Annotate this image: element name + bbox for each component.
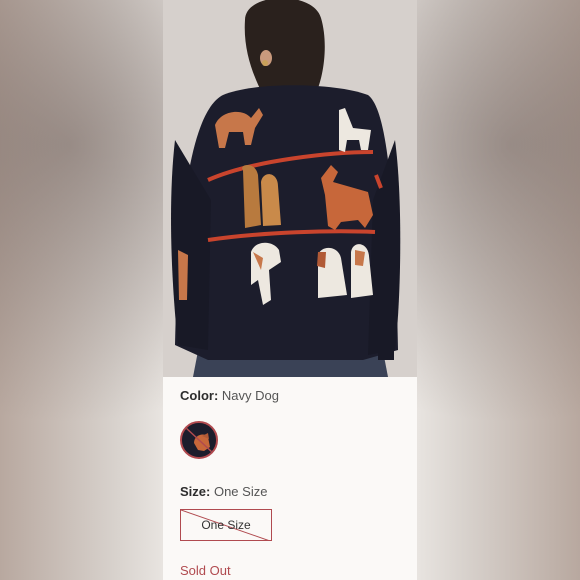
size-option-label: One Size — [201, 518, 251, 532]
color-label: Color: — [180, 388, 219, 403]
color-swatch-navy-dog[interactable] — [180, 421, 218, 459]
color-label-row: Color: Navy Dog — [180, 388, 279, 403]
model-wearing-sweater-image — [163, 0, 417, 377]
sold-out-status: Sold Out — [180, 563, 231, 578]
dog-pattern-swatch-icon — [182, 423, 216, 457]
color-value: Navy Dog — [221, 388, 279, 403]
size-option-one-size[interactable]: One Size — [180, 509, 272, 541]
product-options: Color: Navy Dog Size: One Size One Size … — [163, 377, 417, 580]
size-label-row: Size: One Size — [180, 484, 267, 499]
size-value: One Size — [213, 484, 268, 499]
product-card: Color: Navy Dog Size: One Size One Size … — [163, 0, 417, 580]
size-label: Size: — [180, 484, 211, 499]
product-photo — [163, 0, 417, 377]
